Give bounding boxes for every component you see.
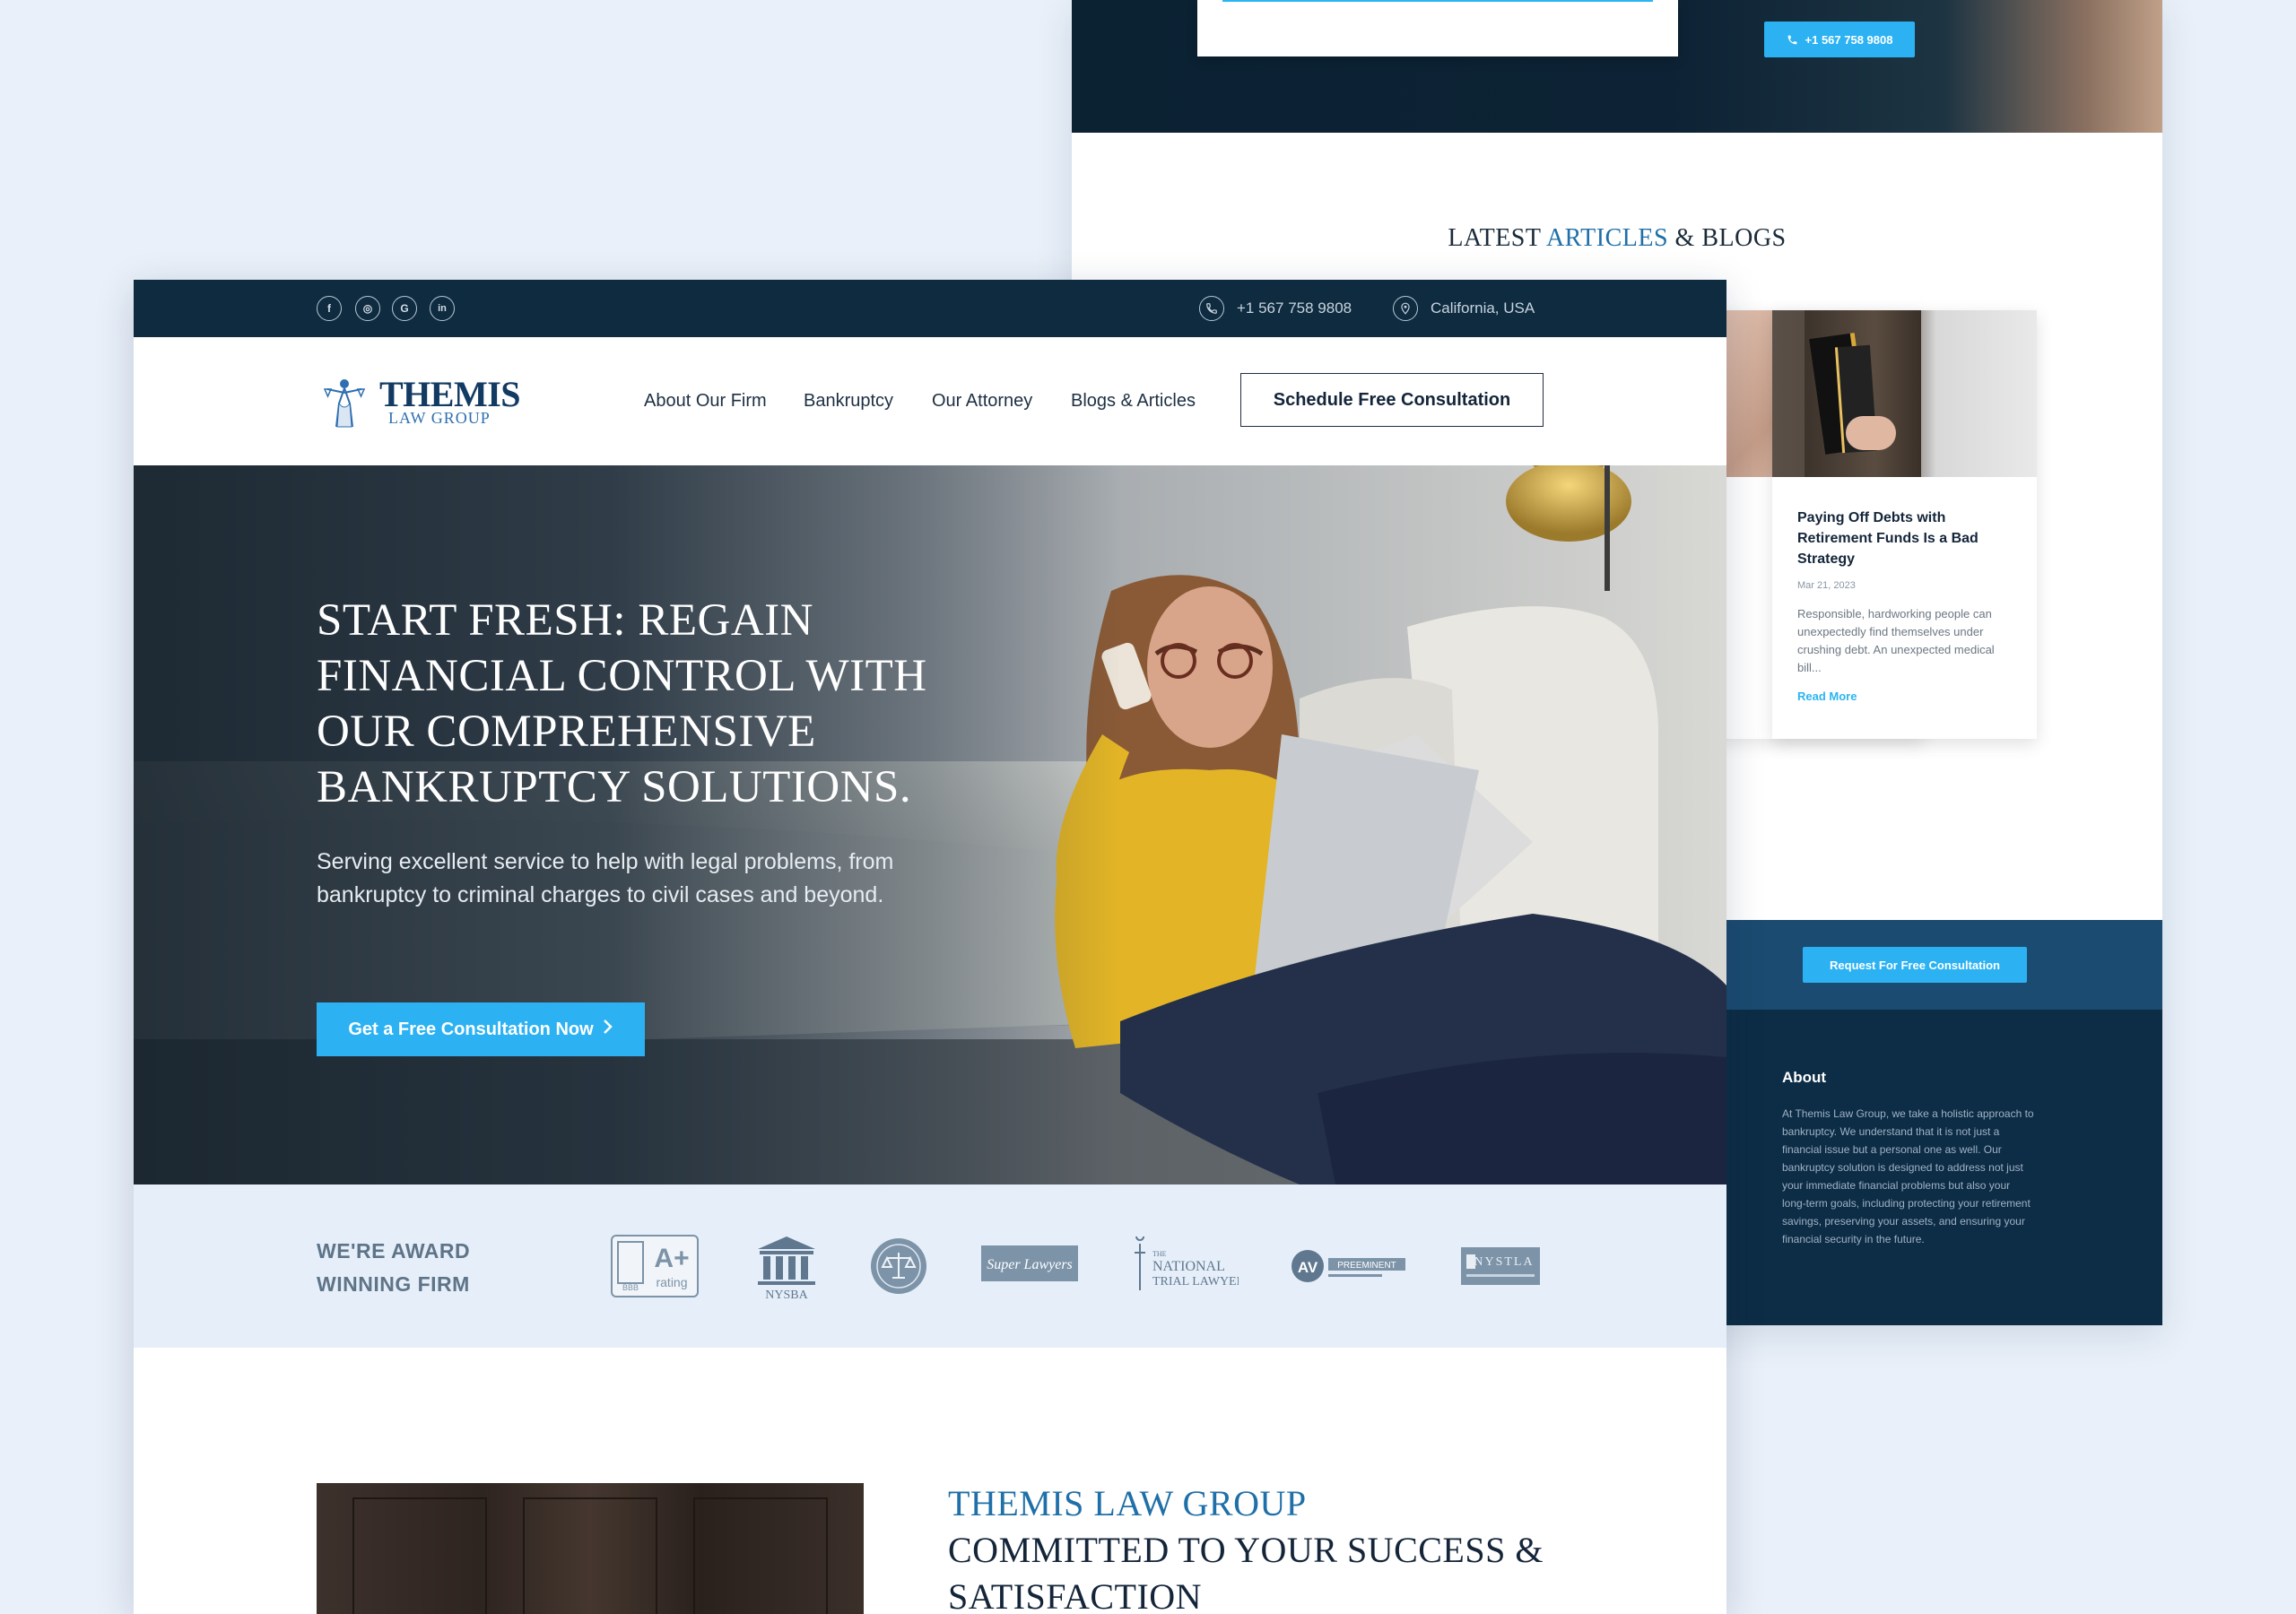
article-title[interactable]: Paying Off Debts with Retirement Funds I… (1797, 508, 2010, 569)
awards-section: WE'RE AWARD WINNING FIRM BBB A+ rating N… (134, 1184, 1726, 1348)
schedule-consultation-button[interactable]: Schedule Free Consultation (1240, 373, 1544, 427)
nav-blogs-articles[interactable]: Blogs & Articles (1071, 391, 1196, 412)
articles-section-title: LATEST ARTICLES & BLOGS (1072, 224, 2162, 253)
hero-dark-overlay (134, 465, 1726, 1184)
instagram-icon[interactable]: ◎ (355, 296, 380, 321)
linkedin-icon[interactable]: in (430, 296, 455, 321)
free-consultation-button[interactable]: Get a Free Consultation Now (317, 1002, 645, 1056)
bbb-grade: A+ (654, 1244, 689, 1273)
hand-shape (1846, 416, 1896, 450)
footer-about-heading: About (1782, 1069, 1827, 1086)
door-panel-shape (693, 1497, 828, 1614)
about-kicker: THEMIS LAW GROUP (948, 1483, 1307, 1523)
back-form-submit-bar[interactable] (1222, 0, 1653, 2)
super-lawyers-text: Super Lawyers (987, 1257, 1073, 1272)
read-more-link[interactable]: Read More (1797, 690, 2010, 703)
back-hero-section: +1 567 758 9808 (1072, 0, 2162, 133)
topbar-phone[interactable]: +1 567 758 9808 (1199, 296, 1352, 321)
hero-subtitle: Serving excellent service to help with l… (317, 849, 894, 907)
phone-icon (1199, 296, 1224, 321)
super-lawyers-badge: Super Lawyers (981, 1245, 1078, 1281)
articles-title-accent: ARTICLES (1545, 224, 1669, 252)
nysba-text: NYSBA (765, 1289, 808, 1301)
nav-our-attorney[interactable]: Our Attorney (932, 391, 1032, 412)
nav-bankruptcy[interactable]: Bankruptcy (804, 391, 893, 412)
back-phone-label: +1 567 758 9808 (1805, 32, 1893, 47)
ntl-mid-text: NATIONAL (1152, 1259, 1225, 1274)
location-pin-icon (1393, 296, 1418, 321)
chevron-right-icon (603, 1019, 613, 1040)
hero-section: START FRESH: REGAIN FINANCIAL CONTROL WI… (134, 465, 1726, 1184)
top-bar: f ◎ G in +1 567 758 9808 California, USA (134, 280, 1726, 337)
themis-logo[interactable]: THEMIS LAW GROUP (324, 373, 530, 432)
office-door-image (317, 1483, 864, 1614)
articles-title-prefix: LATEST (1448, 224, 1546, 252)
nystla-badge: NYSTLA (1461, 1247, 1540, 1285)
scales-of-justice-seal (871, 1238, 926, 1294)
hero-title: START FRESH: REGAIN FINANCIAL CONTROL WI… (317, 595, 927, 812)
main-nav: THEMIS LAW GROUP About Our Firm Bankrupt… (134, 337, 1726, 465)
back-contact-form (1197, 0, 1678, 56)
front-page-preview: f ◎ G in +1 567 758 9808 California, USA (134, 280, 1726, 1614)
article-excerpt: Responsible, hardworking people can unex… (1797, 607, 1995, 674)
av-preeminent-text: PREEMINENT (1337, 1261, 1396, 1271)
back-phone-button[interactable]: +1 567 758 9808 (1764, 22, 1915, 57)
footer-about-text: At Themis Law Group, we take a holistic … (1782, 1107, 2034, 1245)
nystla-text: NYSTLA (1474, 1255, 1534, 1269)
nav-about-our-firm[interactable]: About Our Firm (644, 391, 767, 412)
ntl-top-text: THE (1152, 1250, 1167, 1258)
bbb-rating-badge: BBB A+ rating (611, 1235, 699, 1297)
door-panel-shape (523, 1497, 657, 1614)
lady-justice-icon (324, 379, 365, 428)
topbar-location: California, USA (1393, 296, 1535, 321)
article-card[interactable]: Paying Off Debts with Retirement Funds I… (1772, 310, 2037, 739)
about-heading: COMMITTED TO YOUR SUCCESS & SATISFACTION (948, 1530, 1544, 1614)
request-consultation-button[interactable]: Request For Free Consultation (1803, 947, 2027, 983)
bbb-rating-text: rating (656, 1275, 687, 1289)
national-trial-lawyers-badge: THE NATIONAL TRIAL LAWYERS (1135, 1237, 1239, 1290)
awards-label: WE'RE AWARD WINNING FIRM (317, 1239, 471, 1296)
facebook-icon[interactable]: f (317, 296, 342, 321)
av-preeminent-badge: AV PREEMINENT (1292, 1250, 1405, 1282)
logo-subtitle: LAW GROUP (388, 409, 491, 427)
topbar-location-label: California, USA (1431, 299, 1535, 317)
phone-icon (1787, 35, 1796, 44)
free-consultation-label: Get a Free Consultation Now (348, 1019, 594, 1039)
av-text: AV (1298, 1259, 1318, 1276)
about-section: THEMIS LAW GROUP COMMITTED TO YOUR SUCCE… (134, 1348, 1726, 1614)
topbar-phone-label: +1 567 758 9808 (1237, 299, 1352, 317)
bbb-letters: BBB (622, 1283, 639, 1292)
door-panel-shape (352, 1497, 487, 1614)
article-card-image (1772, 310, 2037, 477)
nysba-logo: NYSBA (758, 1237, 815, 1301)
ntl-bottom-text: TRIAL LAWYERS (1152, 1275, 1239, 1289)
articles-title-suffix: & BLOGS (1668, 224, 1787, 252)
article-date: Mar 21, 2023 (1797, 580, 1856, 591)
google-icon[interactable]: G (392, 296, 417, 321)
